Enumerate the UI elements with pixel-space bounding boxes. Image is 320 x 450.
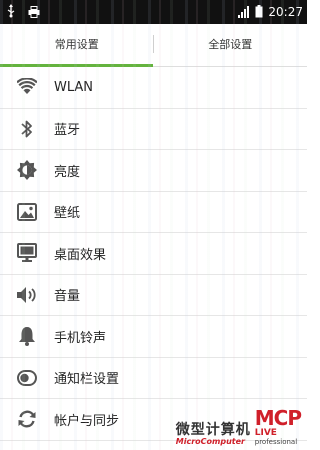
brightness-icon xyxy=(0,150,54,191)
settings-item-label: 壁纸 xyxy=(54,206,81,222)
notification-bar-icon xyxy=(0,358,54,399)
settings-item-wlan[interactable]: WLAN xyxy=(0,67,307,109)
settings-item-notification-bar[interactable]: 通知栏设置 xyxy=(0,357,307,399)
signal-icon xyxy=(238,3,250,22)
settings-item-desktop-effects[interactable]: 桌面效果 xyxy=(0,233,307,275)
wifi-icon xyxy=(0,67,54,108)
printer-icon xyxy=(28,3,40,22)
bluetooth-icon xyxy=(0,109,54,150)
status-bar: 20:27 xyxy=(0,0,307,24)
settings-item-ringtone[interactable]: 手机铃声 xyxy=(0,316,307,358)
tab-all-settings[interactable]: 全部设置 xyxy=(154,24,308,64)
watermark-logo: MCP LIVE professional xyxy=(254,406,302,446)
usb-icon xyxy=(6,3,16,22)
settings-item-label: 蓝牙 xyxy=(54,123,81,139)
settings-item-label: 亮度 xyxy=(54,164,81,180)
settings-item-label: 桌面效果 xyxy=(54,247,107,263)
watermark-chinese-title: 微型计算机 xyxy=(175,422,251,438)
settings-item-volume[interactable]: 音量 xyxy=(0,274,307,316)
watermark-english-title: MicroComputer xyxy=(175,437,245,446)
tab-divider xyxy=(153,35,154,53)
publisher-watermark: 微型计算机 MicroComputer MCP LIVE professiona… xyxy=(176,406,302,446)
watermark-brand: MCP xyxy=(254,406,302,430)
settings-item-bluetooth[interactable]: 蓝牙 xyxy=(0,108,307,150)
settings-item-label: 音量 xyxy=(54,289,81,305)
settings-tabs: 常用设置 全部设置 xyxy=(0,24,307,64)
watermark-professional: professional xyxy=(254,438,298,446)
desktop-effects-icon xyxy=(0,233,54,274)
ringtone-bell-icon xyxy=(0,316,54,357)
watermark-live: LIVE xyxy=(254,428,277,438)
settings-item-label: WLAN xyxy=(54,79,94,95)
status-time: 20:27 xyxy=(268,5,303,19)
settings-item-label: 手机铃声 xyxy=(54,330,107,346)
tab-common-settings[interactable]: 常用设置 xyxy=(0,24,154,64)
settings-item-label: 通知栏设置 xyxy=(54,372,120,388)
wallpaper-icon xyxy=(0,192,54,233)
volume-icon xyxy=(0,275,54,316)
settings-item-wallpaper[interactable]: 壁纸 xyxy=(0,191,307,233)
watermark-text-group: 微型计算机 MicroComputer xyxy=(176,419,251,446)
settings-list: WLAN 蓝牙 亮度 壁纸 桌面效果 音量 手机铃声 通知栏设置 帐户与同步 xyxy=(0,67,307,441)
battery-icon xyxy=(255,3,263,22)
settings-item-brightness[interactable]: 亮度 xyxy=(0,150,307,192)
sync-icon xyxy=(0,399,54,440)
settings-item-label: 帐户与同步 xyxy=(54,413,120,429)
